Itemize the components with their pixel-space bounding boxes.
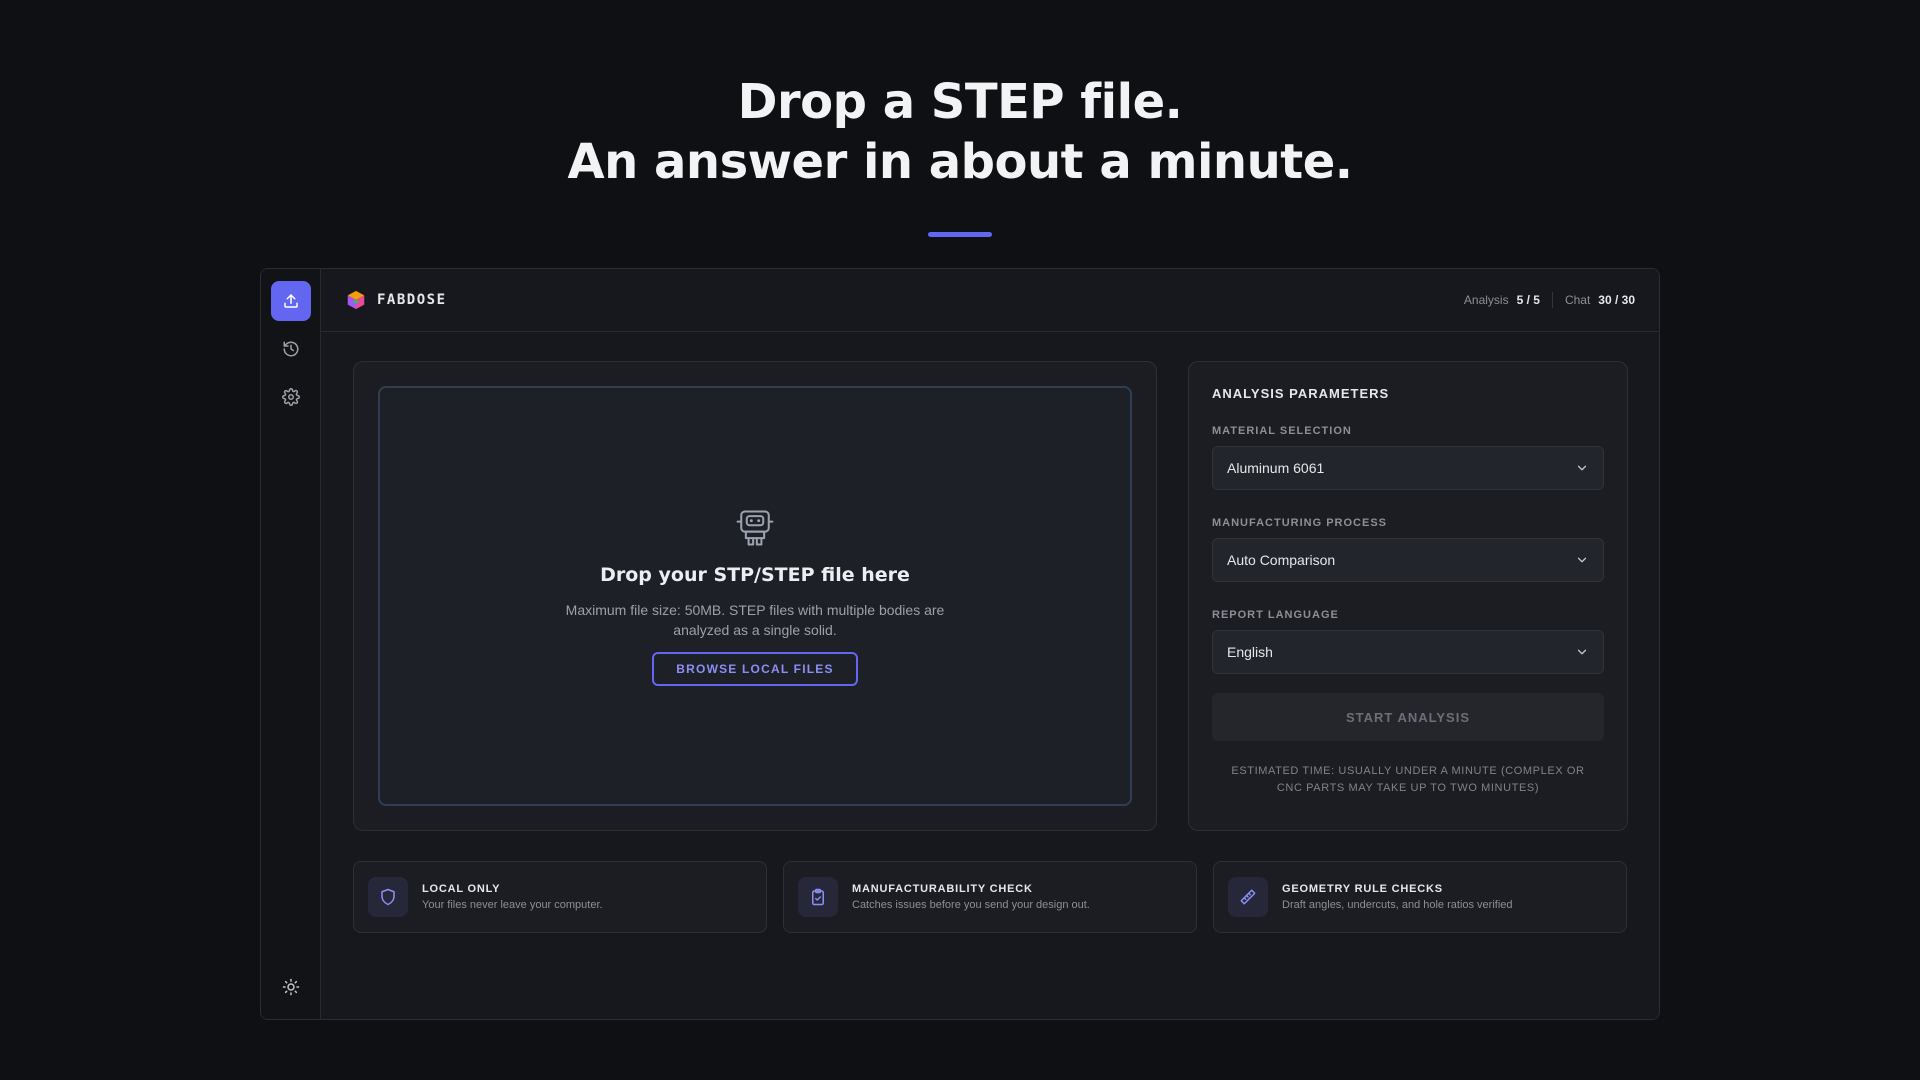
browse-files-button[interactable]: BROWSE LOCAL FILES <box>652 652 858 686</box>
sidebar-item-upload[interactable] <box>271 281 311 321</box>
logo-icon <box>347 290 365 310</box>
material-select-value: Aluminum 6061 <box>1227 460 1325 476</box>
upload-card: Drop your STP/STEP file here Maximum fil… <box>353 361 1157 831</box>
hero-headline: Drop a STEP file. An answer in about a m… <box>0 72 1920 192</box>
feature-description: Draft angles, undercuts, and hole ratios… <box>1282 899 1513 911</box>
chevron-down-icon <box>1577 465 1587 471</box>
dropzone-description: Maximum file size: 50MB. STEP files with… <box>565 602 945 638</box>
ruler-icon <box>1240 889 1256 905</box>
clipboard-check-icon <box>812 888 824 906</box>
top-bar: FABDOSE Analysis 5 / 5 Chat 30 / 30 <box>321 269 1659 332</box>
chevron-down-icon <box>1577 649 1587 655</box>
chat-quota-value: 30 / 30 <box>1598 293 1635 307</box>
feature-card-geometry: GEOMETRY RULE CHECKS Draft angles, under… <box>1213 861 1627 933</box>
usage-quota: Analysis 5 / 5 Chat 30 / 30 <box>1464 292 1635 308</box>
hero-accent-divider <box>928 232 992 237</box>
process-select-value: Auto Comparison <box>1227 552 1336 568</box>
gear-icon <box>282 388 300 406</box>
process-label: MANUFACTURING PROCESS <box>1212 517 1388 529</box>
feature-title: LOCAL ONLY <box>422 883 501 895</box>
start-analysis-button[interactable]: START ANALYSIS <box>1212 693 1604 741</box>
feature-icon-wrap <box>368 877 408 917</box>
cad-part-icon <box>736 510 774 546</box>
feature-title: MANUFACTURABILITY CHECK <box>852 883 1033 895</box>
hero: Drop a STEP file. An answer in about a m… <box>0 72 1920 237</box>
analysis-parameters-panel: ANALYSIS PARAMETERS MATERIAL SELECTION A… <box>1188 361 1628 831</box>
upload-icon <box>284 294 298 308</box>
history-icon <box>283 341 299 357</box>
material-select[interactable]: Aluminum 6061 <box>1212 446 1604 490</box>
feature-cards: LOCAL ONLY Your files never leave your c… <box>353 861 1627 933</box>
feature-icon-wrap <box>1228 877 1268 917</box>
params-title: ANALYSIS PARAMETERS <box>1212 386 1390 401</box>
sidebar-item-history[interactable] <box>271 329 311 369</box>
language-select-value: English <box>1227 644 1273 660</box>
hero-line-2: An answer in about a minute. <box>567 134 1353 190</box>
analysis-quota-label: Analysis <box>1463 293 1509 307</box>
sidebar-item-settings[interactable] <box>271 377 311 417</box>
feature-card-local-only: LOCAL ONLY Your files never leave your c… <box>353 861 767 933</box>
estimated-time-note: ESTIMATED TIME: USUALLY UNDER A MINUTE (… <box>1231 765 1585 794</box>
dropzone-title: Drop your STP/STEP file here <box>600 564 910 586</box>
brand: FABDOSE <box>345 289 447 311</box>
material-label: MATERIAL SELECTION <box>1212 425 1352 437</box>
shield-icon <box>381 888 395 906</box>
feature-title: GEOMETRY RULE CHECKS <box>1282 883 1443 895</box>
language-label: REPORT LANGUAGE <box>1212 609 1339 621</box>
hero-line-1: Drop a STEP file. <box>737 74 1183 130</box>
sidebar <box>261 269 321 1019</box>
feature-card-manufacturability: MANUFACTURABILITY CHECK Catches issues b… <box>783 861 1197 933</box>
brand-name: FABDOSE <box>377 292 447 308</box>
feature-icon-wrap <box>798 877 838 917</box>
sun-icon <box>282 978 300 996</box>
chat-quota-label: Chat <box>1564 293 1591 307</box>
process-select[interactable]: Auto Comparison <box>1212 538 1604 582</box>
main-content: FABDOSE Analysis 5 / 5 Chat 30 / 30 Drop… <box>321 269 1659 1019</box>
feature-description: Your files never leave your computer. <box>422 899 603 911</box>
file-dropzone[interactable]: Drop your STP/STEP file here Maximum fil… <box>378 386 1132 806</box>
analysis-quota-value: 5 / 5 <box>1516 293 1540 307</box>
app-window: FABDOSE Analysis 5 / 5 Chat 30 / 30 Drop… <box>260 268 1660 1020</box>
theme-toggle-button[interactable] <box>271 967 311 1007</box>
feature-description: Catches issues before you send your desi… <box>852 899 1090 911</box>
language-select[interactable]: English <box>1212 630 1604 674</box>
chevron-down-icon <box>1577 557 1587 563</box>
quota-divider <box>1551 292 1553 308</box>
